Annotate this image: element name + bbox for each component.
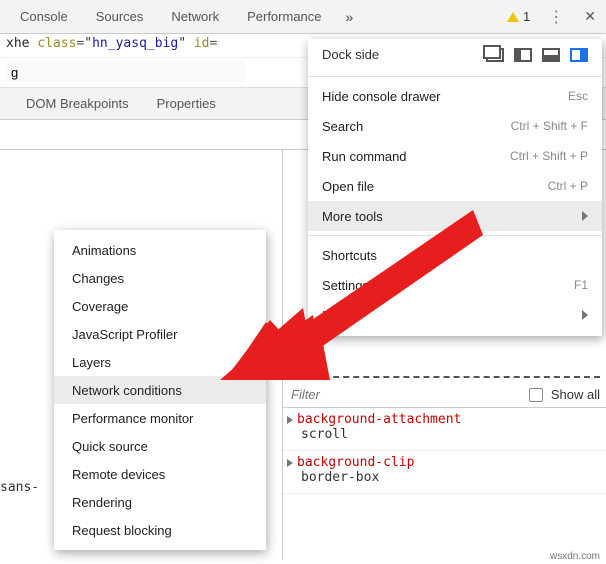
tab-network[interactable]: Network xyxy=(157,0,233,33)
menu-open-file[interactable]: Open fileCtrl + P xyxy=(308,171,602,201)
tab-performance[interactable]: Performance xyxy=(233,0,335,33)
submenu-rendering[interactable]: Rendering xyxy=(54,488,266,516)
menu-help[interactable]: Help xyxy=(308,300,602,330)
submenu-performance-monitor[interactable]: Performance monitor xyxy=(54,404,266,432)
menu-shortcuts[interactable]: Shortcuts xyxy=(308,240,602,270)
submenu-caret-icon xyxy=(582,211,588,221)
menu-more-tools[interactable]: More tools xyxy=(308,201,602,231)
submenu-caret-icon xyxy=(582,310,588,320)
show-all-checkbox[interactable] xyxy=(529,388,543,402)
tabs-overflow-icon[interactable]: » xyxy=(336,9,364,25)
dock-side-row: Dock side xyxy=(308,39,602,72)
submenu-layers[interactable]: Layers xyxy=(54,348,266,376)
dock-bottom-icon[interactable] xyxy=(542,48,560,62)
dock-side-label: Dock side xyxy=(322,47,379,62)
devtools-tabs: Console Sources Network Performance » 1 … xyxy=(0,0,606,34)
font-family-fragment: sans- xyxy=(0,480,39,495)
submenu-coverage[interactable]: Coverage xyxy=(54,292,266,320)
warning-count: 1 xyxy=(523,9,530,24)
dock-right-icon[interactable] xyxy=(570,48,588,62)
show-all-label: Show all xyxy=(551,387,600,402)
submenu-request-blocking[interactable]: Request blocking xyxy=(54,516,266,544)
submenu-quick-source[interactable]: Quick source xyxy=(54,432,266,460)
more-tools-submenu: Animations Changes Coverage JavaScript P… xyxy=(54,230,266,550)
warning-indicator[interactable]: 1 xyxy=(499,9,538,24)
menu-run-command[interactable]: Run commandCtrl + Shift + P xyxy=(308,141,602,171)
submenu-animations[interactable]: Animations xyxy=(54,236,266,264)
submenu-remote-devices[interactable]: Remote devices xyxy=(54,460,266,488)
css-property-row[interactable]: background-attachment scroll xyxy=(283,408,606,451)
dock-undock-icon[interactable] xyxy=(486,48,504,62)
submenu-js-profiler[interactable]: JavaScript Profiler xyxy=(54,320,266,348)
styles-filter-input[interactable] xyxy=(289,386,521,403)
kebab-menu-icon[interactable]: ⋮ xyxy=(538,7,574,27)
expand-caret-icon[interactable] xyxy=(287,416,293,424)
menu-search[interactable]: SearchCtrl + Shift + F xyxy=(308,111,602,141)
devtools-main-menu: Dock side Hide console drawerEsc SearchC… xyxy=(308,39,602,336)
css-property-row[interactable]: background-clip border-box xyxy=(283,451,606,494)
tab-sources[interactable]: Sources xyxy=(82,0,158,33)
tab-console[interactable]: Console xyxy=(6,0,82,33)
warning-triangle-icon xyxy=(507,12,519,22)
computed-styles-panel: Show all background-attachment scroll ba… xyxy=(283,382,606,560)
element-filter-input[interactable] xyxy=(6,60,246,84)
subtab-properties[interactable]: Properties xyxy=(143,96,230,111)
submenu-changes[interactable]: Changes xyxy=(54,264,266,292)
subtab-dom-breakpoints[interactable]: DOM Breakpoints xyxy=(12,96,143,111)
menu-settings[interactable]: SettingsF1 xyxy=(308,270,602,300)
close-icon[interactable]: ✕ xyxy=(574,8,606,25)
menu-hide-console[interactable]: Hide console drawerEsc xyxy=(308,81,602,111)
inherited-separator xyxy=(283,376,600,378)
expand-caret-icon[interactable] xyxy=(287,459,293,467)
styles-filter-row: Show all xyxy=(283,382,606,408)
watermark: wsxdn.com xyxy=(550,551,600,562)
dock-left-icon[interactable] xyxy=(514,48,532,62)
submenu-network-conditions[interactable]: Network conditions xyxy=(54,376,266,404)
